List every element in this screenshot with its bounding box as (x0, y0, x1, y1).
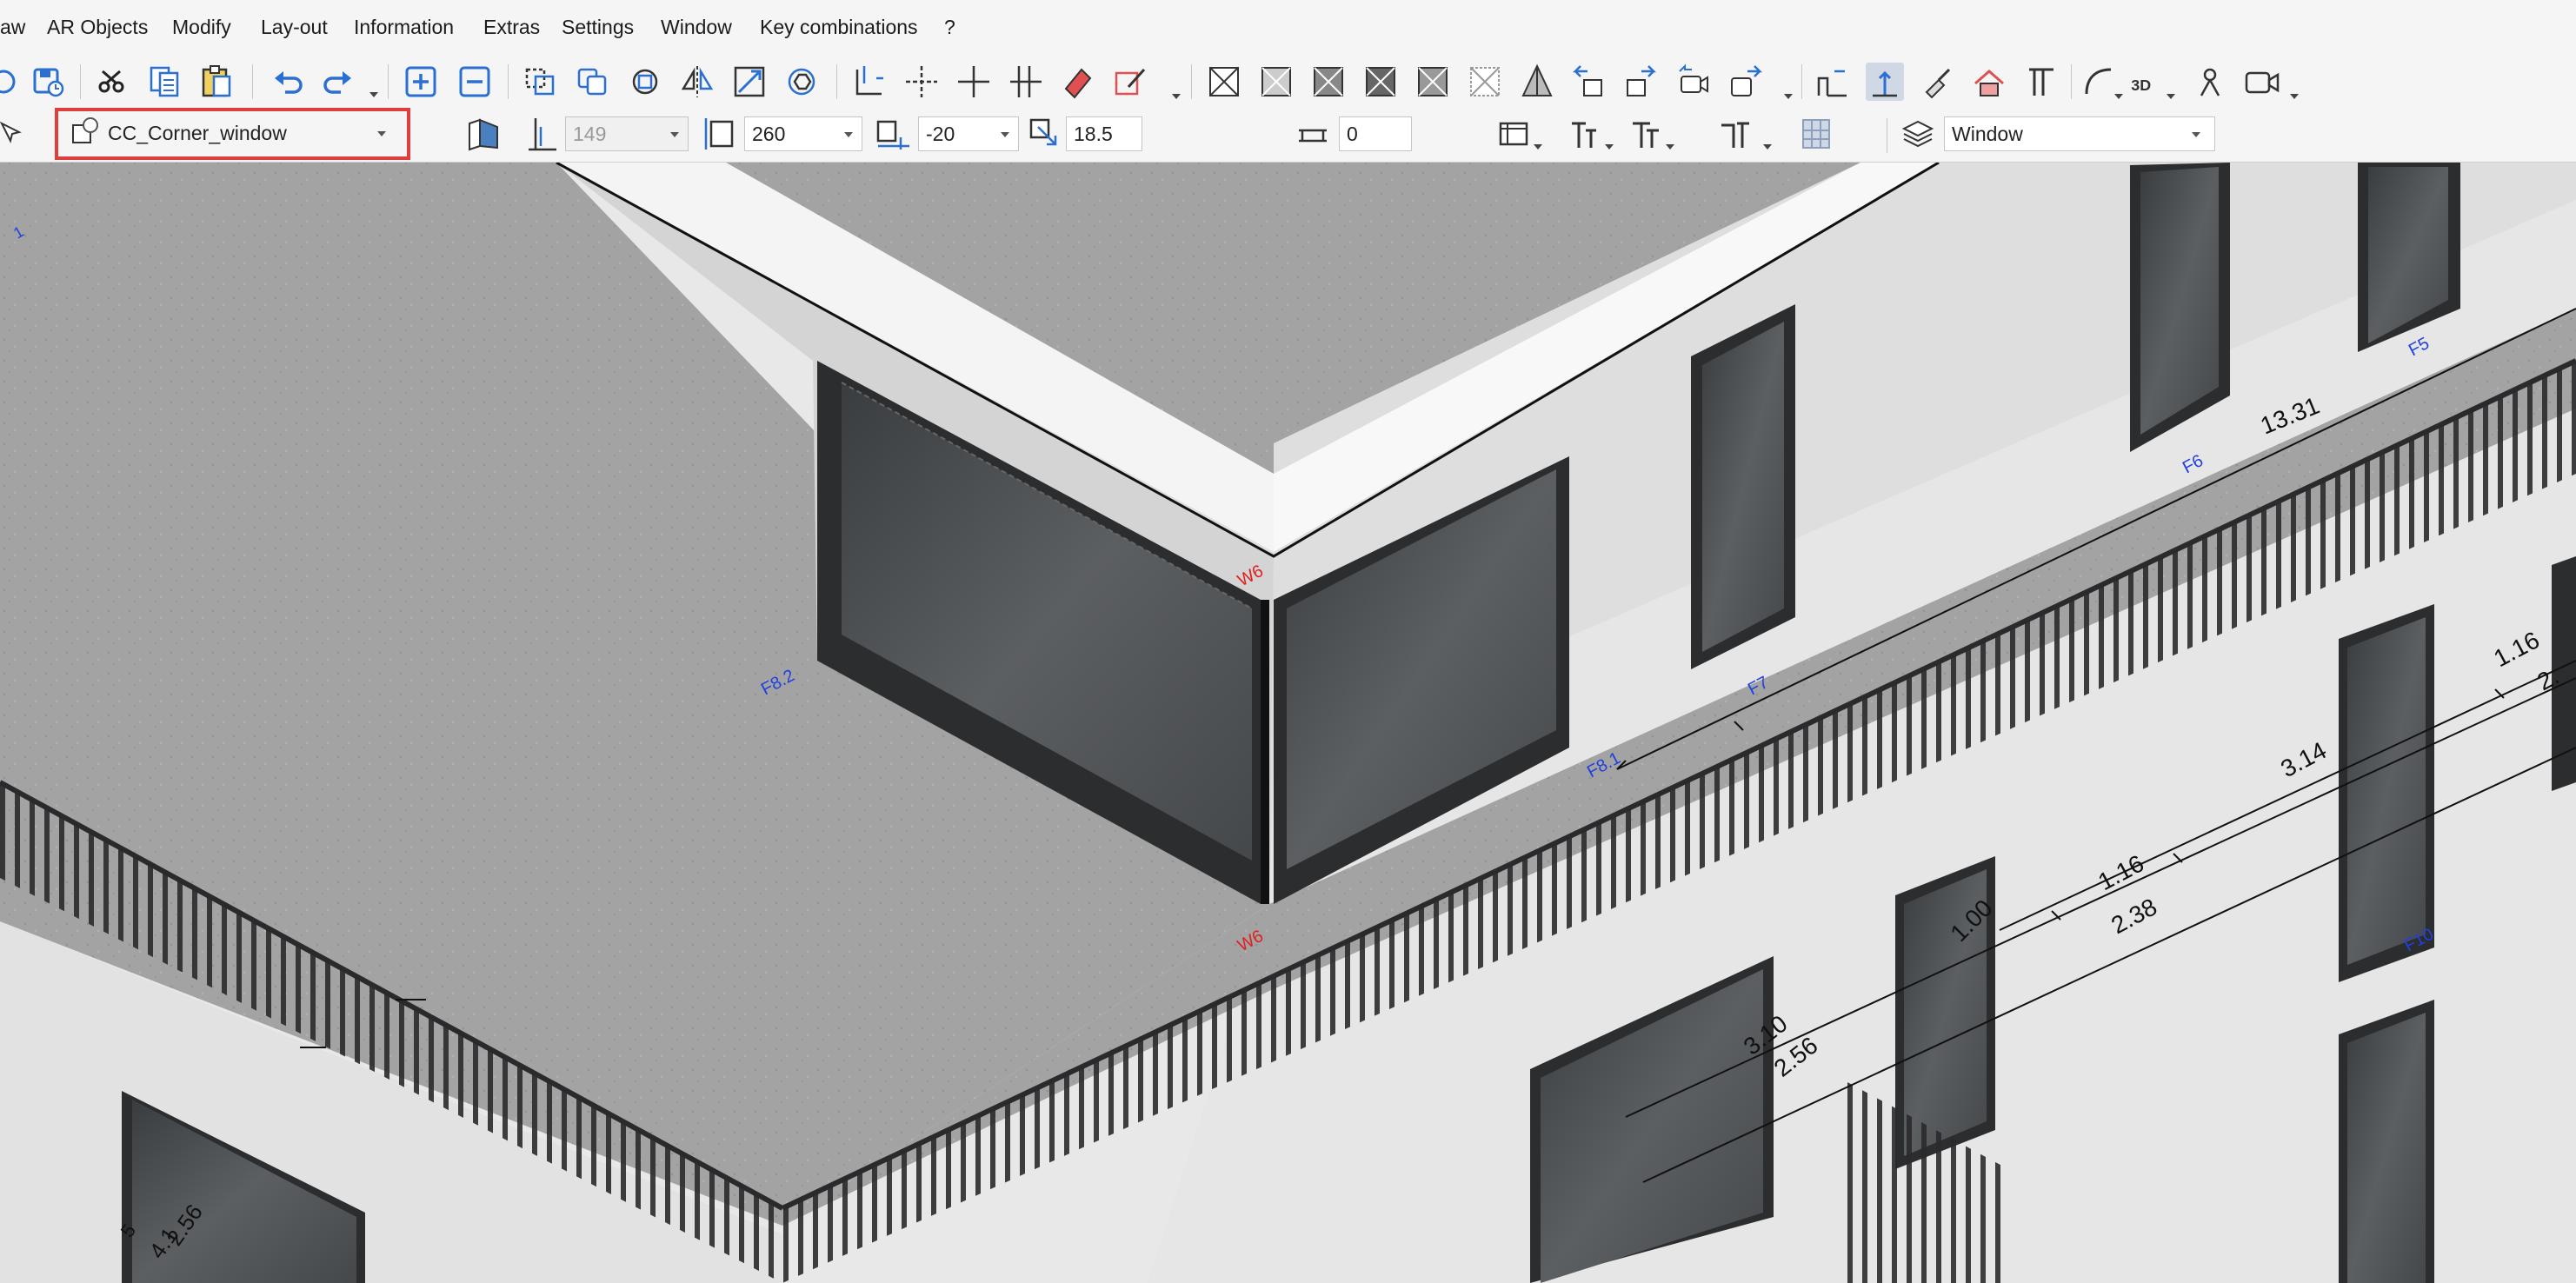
thickness-icon[interactable] (1026, 115, 1064, 153)
open-recent-icon[interactable] (0, 63, 26, 101)
arc-icon[interactable] (2080, 63, 2118, 101)
column-icon[interactable] (2022, 63, 2060, 101)
copy-icon[interactable] (146, 63, 184, 101)
height-field[interactable]: 260 (744, 116, 862, 151)
menu-window[interactable]: Window (661, 12, 732, 42)
height-icon[interactable] (701, 115, 739, 153)
undo-icon[interactable] (270, 63, 308, 101)
wall-assign-icon[interactable] (1814, 63, 1852, 101)
offset-level-icon[interactable] (875, 115, 913, 153)
menu-ar-objects[interactable]: AR Objects (47, 12, 148, 42)
window-elem-3-icon[interactable] (1309, 63, 1348, 101)
pyramid-icon[interactable] (1518, 63, 1556, 101)
camera-icon[interactable] (2243, 63, 2281, 101)
sill-height-icon[interactable] (523, 115, 562, 153)
menu-bar: aw AR Objects Modify Lay-out Information… (0, 0, 2576, 56)
window-elem-6-icon[interactable] (1466, 63, 1504, 101)
pointer-icon[interactable] (0, 115, 28, 153)
paint-brush-icon[interactable] (1918, 63, 1956, 101)
stretch-icon[interactable] (730, 63, 769, 101)
trim-icon[interactable] (902, 63, 941, 101)
window-elem-5-icon[interactable] (1414, 63, 1452, 101)
modify-points-icon[interactable] (782, 63, 821, 101)
offset-value: -20 (926, 123, 955, 145)
light-icon[interactable] (2191, 63, 2229, 101)
reveal-field[interactable]: 0 (1339, 116, 1412, 151)
intersect-icon[interactable] (955, 63, 993, 101)
smart-window-icon[interactable] (1495, 115, 1534, 153)
thickness-field[interactable]: 18.5 (1066, 116, 1142, 151)
modify-format-icon[interactable] (1111, 63, 1149, 101)
plane-reference-icon[interactable] (1866, 63, 1904, 101)
copy-move-icon[interactable] (522, 63, 560, 101)
camera-convert-icon[interactable] (1674, 63, 1713, 101)
building-model: W6 W6 F8.2 F8.1 F7 F6 F5 F10 13.31 1.16 … (0, 163, 2576, 1283)
zoom-out-icon[interactable] (456, 63, 494, 101)
svg-text:3D: 3D (2131, 76, 2151, 94)
redo-icon[interactable] (318, 63, 356, 101)
window-elem-1-icon[interactable] (1205, 63, 1243, 101)
menu-extras[interactable]: Extras (483, 12, 540, 42)
duplicate-icon[interactable] (574, 63, 612, 101)
cut-icon[interactable] (94, 63, 132, 101)
width-field: 149 (565, 116, 689, 151)
save-icon[interactable] (30, 63, 68, 101)
divide-icon[interactable] (1007, 63, 1045, 101)
menu-draw[interactable]: aw (0, 12, 25, 42)
window-elem-2-icon[interactable] (1257, 63, 1295, 101)
offset-field[interactable]: -20 (918, 116, 1019, 151)
layer-value: Window (1952, 123, 2023, 145)
wall-opening-icon[interactable] (464, 115, 503, 153)
menu-settings[interactable]: Settings (562, 12, 634, 42)
layer-icon[interactable] (1899, 115, 1937, 153)
sill-icon[interactable] (1565, 115, 1603, 153)
height-value: 260 (752, 123, 786, 145)
paste-icon[interactable] (198, 63, 236, 101)
width-value: 149 (573, 123, 607, 145)
menu-layout[interactable]: Lay-out (261, 12, 328, 42)
window-settings-icon[interactable] (1798, 115, 1836, 153)
main-toolbar: 3D (0, 56, 2576, 106)
convert-elem-1-icon[interactable] (1570, 63, 1608, 101)
lintel-icon[interactable] (1626, 115, 1664, 153)
menu-information[interactable]: Information (354, 12, 454, 42)
convert-elem-2-icon[interactable] (1622, 63, 1661, 101)
zoom-in-icon[interactable] (402, 63, 440, 101)
object-name-highlight (55, 108, 410, 160)
reveal-value: 0 (1347, 123, 1358, 145)
thickness-value: 18.5 (1074, 123, 1113, 145)
rotate-icon[interactable] (626, 63, 664, 101)
shutter-icon[interactable] (1716, 115, 1754, 153)
3d-viewport[interactable]: W6 W6 F8.2 F8.1 F7 F6 F5 F10 13.31 1.16 … (0, 163, 2576, 1283)
menu-help[interactable]: ? (944, 12, 955, 42)
reveal-icon[interactable] (1294, 115, 1332, 153)
menu-key-combinations[interactable]: Key combinations (760, 12, 918, 42)
menu-modify[interactable]: Modify (172, 12, 231, 42)
layer-select[interactable]: Window (1944, 116, 2215, 151)
convert-elem-3-icon[interactable] (1727, 63, 1765, 101)
window-elem-4-icon[interactable] (1361, 63, 1400, 101)
mirror-icon[interactable] (678, 63, 716, 101)
roof-icon[interactable] (1970, 63, 2008, 101)
offset-icon[interactable] (850, 63, 889, 101)
eraser-icon[interactable] (1059, 63, 1097, 101)
